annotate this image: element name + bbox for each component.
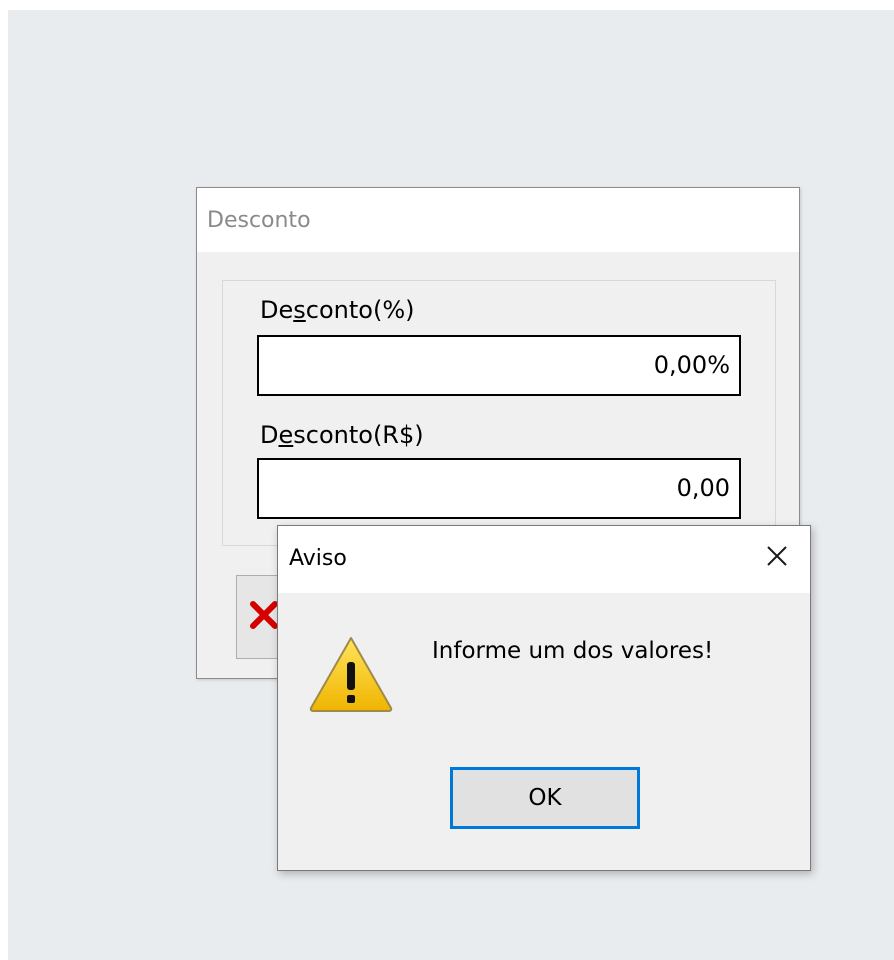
close-icon [767,546,787,566]
aviso-dialog: Aviso Informe um dos valores! OK [277,525,811,871]
aviso-titlebar[interactable]: Aviso [278,526,810,593]
desconto-titlebar[interactable]: Desconto [197,188,799,252]
discount-percent-label: Desconto(%) [260,296,415,324]
desconto-window-title: Desconto [207,208,311,233]
red-x-icon [250,601,278,629]
discount-amount-label: Desconto(R$) [260,421,424,449]
ok-button[interactable]: OK [450,767,640,829]
aviso-dialog-title: Aviso [289,546,347,571]
aviso-message: Informe um dos valores! [432,638,714,664]
close-button[interactable] [742,526,810,586]
discount-amount-input[interactable]: 0,00 [257,458,741,519]
discount-percent-input[interactable]: 0,00% [257,335,741,396]
warning-icon [309,637,393,712]
